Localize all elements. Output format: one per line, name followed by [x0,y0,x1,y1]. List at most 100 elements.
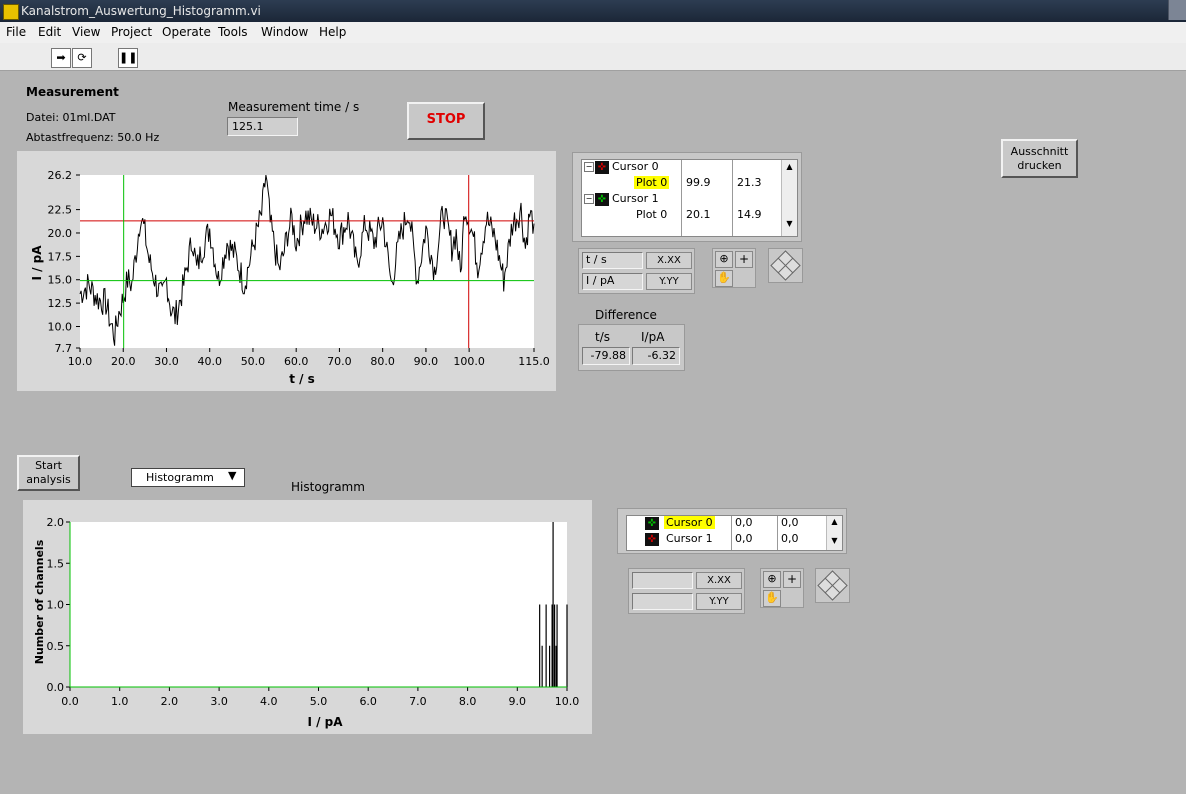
menu-file[interactable]: File [6,25,26,39]
crosshair-icon[interactable]: + [735,251,753,268]
menu-window[interactable]: Window [261,25,308,39]
hist-x-tick-label: 5.0 [310,695,328,708]
sampling-rate-label: Abtastfrequenz: 50.0 Hz [26,131,160,144]
column-divider [777,516,778,550]
y-tick-label: 10.0 [48,320,73,333]
x-tick-label: 70.0 [327,355,352,368]
menu-operate[interactable]: Operate [162,25,211,39]
hist-cursor0-x[interactable]: 0,0 [735,516,753,529]
hist-x-tick-label: 2.0 [161,695,179,708]
hist-y-tick-label: 0.5 [47,640,65,653]
cursor-legend-top: − ✜ Cursor 0 Plot 0 99.9 21.3 − ✜ Cursor… [572,152,802,242]
histogram-chart[interactable]: 0.0 1.0 2.0 3.0 4.0 5.0 6.0 7.0 8.0 9.0 10.0 2.0 1.5… [23,500,592,734]
hist-x-tick-label: 0.0 [61,695,79,708]
difference-cluster: t/s I/pA -79.88 -6.32 [578,324,685,371]
difference-i-header: I/pA [641,330,665,344]
hist-x-tick-label: 4.0 [260,695,278,708]
cursor0-name: Cursor 0 [612,160,659,173]
labview-vi-icon [3,4,19,20]
y-tick-label: 22.5 [48,204,73,217]
start-analysis-button[interactable]: Start analysis [17,455,80,491]
x-tick-label: 100.0 [453,355,485,368]
y-tick-label: 20.0 [48,227,73,240]
y-scale-format-button[interactable]: Y.YY [696,593,742,610]
stop-button[interactable]: STOP [407,102,485,140]
legend-scrollbar[interactable]: ▲ ▼ [826,516,842,550]
hist-cursor1-x[interactable]: 0,0 [735,532,753,545]
print-section-button[interactable]: Ausschnitt drucken [1001,139,1078,178]
y-tick-label: 17.5 [48,250,73,263]
column-divider [731,516,732,550]
x-scale-format-button[interactable]: X.XX [696,572,742,589]
cursor-mover-top[interactable] [768,248,803,283]
x-tick-label: 115.0 [518,355,550,368]
menu-view[interactable]: View [72,25,100,39]
hist-y-tick-label: 1.5 [47,557,65,570]
cursor1-plot[interactable]: Plot 0 [636,208,667,221]
cursor1-crosshair-icon: ✜ [595,193,609,206]
zoom-icon[interactable]: ⊕ [715,251,733,268]
hist-cursor1-name[interactable]: Cursor 1 [666,532,713,545]
analysis-mode-select[interactable]: Histogramm ▼ [131,468,245,487]
hist-x-tick-label: 8.0 [459,695,477,708]
cursor0-y-value[interactable]: 21.3 [737,176,762,189]
hist-x-tick-label: 1.0 [111,695,129,708]
cursor-legend-table[interactable]: − ✜ Cursor 0 Plot 0 99.9 21.3 − ✜ Cursor… [581,159,798,237]
column-divider [681,160,682,236]
scale-legend-bottom: X.XX Y.YY [628,568,745,614]
x-scale-name-empty [632,572,693,589]
crosshair-icon[interactable]: + [783,571,801,588]
x-scale-name: t / s [582,252,643,269]
cursor-legend-bottom: ✜ Cursor 0 0,0 0,0 ✜ Cursor 1 0,0 0,0 ▲ ▼ [617,508,847,554]
hist-cursor0-name[interactable]: Cursor 0 [664,516,715,529]
hist-cursor1-y[interactable]: 0,0 [781,532,799,545]
dropdown-arrow-icon[interactable]: ▼ [228,469,236,482]
y-axis-label: I / pA [30,245,44,281]
cursor1-y-value[interactable]: 14.9 [737,208,762,221]
y-tick-label: 12.5 [48,297,73,310]
cursor0-crosshair-icon: ✜ [595,161,609,174]
cursor-move-diamond-icon[interactable] [816,569,849,602]
plot-area[interactable] [80,175,534,348]
pause-icon[interactable]: ❚❚ [118,48,138,68]
pan-hand-icon[interactable]: ✋ [715,270,733,287]
cursor0-x-value[interactable]: 99.9 [686,176,711,189]
collapse-icon[interactable]: − [584,194,594,204]
y-scale-format-button[interactable]: Y.YY [646,273,692,290]
x-tick-label: 40.0 [197,355,222,368]
collapse-icon[interactable]: − [584,162,594,172]
x-tick-label: 50.0 [241,355,266,368]
cursor-move-diamond-icon[interactable] [769,249,802,282]
x-tick-label: 20.0 [111,355,136,368]
menu-edit[interactable]: Edit [38,25,61,39]
menu-tools[interactable]: Tools [218,25,248,39]
x-scale-format-button[interactable]: X.XX [646,252,692,269]
menu-help[interactable]: Help [319,25,346,39]
cursor0-plot[interactable]: Plot 0 [634,176,670,189]
histogram-plot-area[interactable] [70,522,567,687]
legend-scrollbar[interactable]: ▲ ▼ [781,160,797,236]
hist-x-tick-label: 10.0 [555,695,580,708]
cursor-mover-bottom[interactable] [815,568,850,603]
cursor0-crosshair-icon: ✜ [645,517,659,530]
measurement-time-label: Measurement time / s [228,100,360,114]
hist-y-tick-label: 2.0 [47,516,65,529]
pan-hand-icon[interactable]: ✋ [763,590,781,607]
column-divider [732,160,733,236]
hist-x-tick-label: 7.0 [409,695,427,708]
cursor-legend-bottom-table[interactable]: ✜ Cursor 0 0,0 0,0 ✜ Cursor 1 0,0 0,0 ▲ ▼ [626,515,843,551]
toolbar: ➡ ⟳ ❚❚ [0,43,1186,71]
measurement-title: Measurement [26,85,119,99]
x-tick-label: 10.0 [68,355,93,368]
histogram-x-axis-label: I / pA [307,715,343,729]
hist-x-tick-label: 3.0 [210,695,228,708]
cursor1-x-value[interactable]: 20.1 [686,208,711,221]
window-controls[interactable] [1168,0,1186,20]
run-arrow-icon[interactable]: ➡ [51,48,71,68]
hist-x-tick-label: 9.0 [509,695,527,708]
menu-project[interactable]: Project [111,25,152,39]
current-trace-chart[interactable]: 10.0 20.0 30.0 40.0 50.0 60.0 70.0 80.0 90.0 100.… [17,151,556,391]
zoom-icon[interactable]: ⊕ [763,571,781,588]
hist-cursor0-y[interactable]: 0,0 [781,516,799,529]
run-continuously-icon[interactable]: ⟳ [72,48,92,68]
